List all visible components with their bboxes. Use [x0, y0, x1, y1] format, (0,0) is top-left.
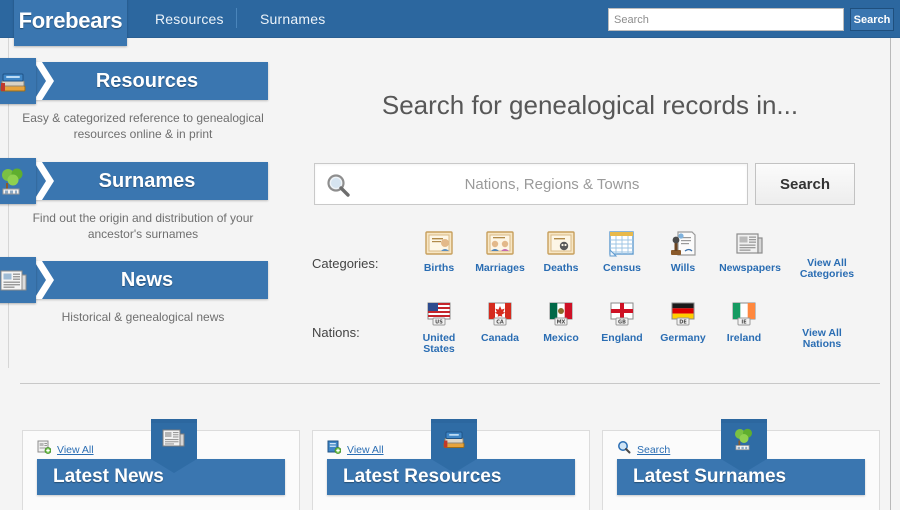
location-search-button[interactable]: Search [755, 163, 855, 205]
svg-text:GB: GB [618, 320, 626, 326]
svg-text:CA: CA [496, 320, 504, 326]
sidebar-title-resources: Resources [95, 70, 199, 92]
category-label: Births [423, 262, 455, 274]
flag-ca-icon: CA [469, 300, 531, 330]
nation-label: Germany [660, 332, 706, 344]
nation-label: Ireland [726, 332, 762, 344]
chevron-right-icon [34, 162, 56, 200]
marriage-certificate-icon [469, 230, 531, 260]
sidebar-title-surnames: Surnames [98, 170, 196, 192]
category-label: Newspapers [719, 262, 781, 274]
category-census[interactable]: Census [591, 230, 653, 274]
panel-resources-viewall-text[interactable]: View All [347, 444, 384, 456]
nations-label: Nations: [312, 325, 360, 340]
category-label: Census [603, 262, 641, 274]
sidebar-description-resources: Easy & categorized reference to genealog… [22, 111, 264, 141]
sidebar-description-surnames: Find out the origin and distribution of … [32, 211, 254, 241]
family-tree-icon [732, 427, 756, 456]
nation-label: Canada [481, 332, 519, 344]
nation-label: Mexico [543, 332, 579, 344]
category-label: Wills [670, 262, 696, 274]
category-deaths[interactable]: Deaths [530, 230, 592, 274]
newspaper-icon [0, 257, 36, 303]
svg-text:US: US [435, 320, 443, 326]
flag-ie-icon: IE [713, 300, 775, 330]
will-seal-icon [652, 230, 714, 260]
nav-separator [236, 8, 237, 28]
category-label: Deaths [543, 262, 579, 274]
sidebar-description-news: Historical & genealogical news [61, 310, 225, 324]
panel-latest-resources: View All Latest Resources [312, 419, 590, 510]
panel-resources-badge [431, 419, 477, 473]
newspaper-icon [162, 427, 186, 456]
birth-certificate-icon [408, 230, 470, 260]
svg-text:MX: MX [557, 320, 566, 326]
location-search-box[interactable] [314, 163, 748, 205]
books-icon [0, 58, 36, 104]
death-certificate-icon [530, 230, 592, 260]
flag-us-icon: US [408, 300, 470, 330]
flag-de-icon: DE [652, 300, 714, 330]
flag-mx-icon: MX [530, 300, 592, 330]
panel-surnames-badge [721, 419, 767, 473]
nation-england[interactable]: GB England [591, 300, 653, 344]
category-births[interactable]: Births [408, 230, 470, 274]
nav-link-surnames[interactable]: Surnames [260, 11, 325, 27]
panel-latest-surnames: Search Latest Surnames [602, 419, 880, 510]
category-wills[interactable]: Wills [652, 230, 714, 274]
nation-label: England [601, 332, 643, 344]
page-title: Search for genealogical records in... [381, 90, 799, 120]
category-label: Marriages [475, 262, 525, 274]
nav-link-resources[interactable]: Resources [155, 11, 224, 27]
site-logo-text: Forebears [18, 8, 123, 33]
nation-ireland[interactable]: IE Ireland [713, 300, 775, 344]
family-tree-icon [0, 158, 36, 204]
panel-resources-viewall[interactable]: View All [327, 440, 384, 459]
books-icon [442, 427, 466, 456]
magnifier-icon [617, 440, 631, 459]
nation-united-states[interactable]: US United States [408, 300, 470, 355]
view-all-nations-link[interactable]: View All Nations [786, 328, 858, 350]
page-right-border [890, 38, 891, 510]
panel-latest-news: View All Latest News [22, 419, 300, 510]
categories-row: Births Marriages Deaths Census Wills New… [408, 230, 878, 280]
page-root: Forebears Resources Surnames Search Reso… [0, 0, 900, 510]
svg-text:DE: DE [679, 320, 687, 326]
location-search-input[interactable] [359, 164, 745, 204]
chevron-right-icon [34, 261, 56, 299]
view-all-categories-link[interactable]: View All Categories [791, 258, 863, 280]
top-navigation-bar: Forebears Resources Surnames Search [0, 0, 900, 46]
flag-gb-icon: GB [591, 300, 653, 330]
panel-news-badge [151, 419, 197, 473]
nation-germany[interactable]: DE Germany [652, 300, 714, 344]
census-table-icon [591, 230, 653, 260]
nation-label: United States [422, 332, 456, 355]
chevron-right-icon [34, 62, 56, 100]
categories-label: Categories: [312, 256, 379, 271]
panel-news-viewall-text[interactable]: View All [57, 444, 94, 456]
nation-canada[interactable]: CA Canada [469, 300, 531, 344]
section-divider [20, 383, 880, 384]
nations-row: US United States CA Canada MX Mexico GB … [408, 300, 878, 358]
panel-surnames-search-text[interactable]: Search [637, 444, 670, 456]
panel-surnames-search[interactable]: Search [617, 440, 670, 459]
sidebar-title-news: News [120, 269, 174, 291]
category-marriages[interactable]: Marriages [469, 230, 531, 274]
search-icon [325, 172, 351, 203]
book-add-icon [327, 440, 342, 459]
category-newspapers[interactable]: Newspapers [713, 230, 787, 274]
newspapers-icon [713, 230, 787, 260]
panel-news-viewall[interactable]: View All [37, 440, 94, 459]
news-add-icon [37, 440, 52, 459]
header-search-input[interactable] [608, 8, 844, 31]
header-search-button[interactable]: Search [850, 8, 894, 31]
svg-text:IE: IE [741, 320, 747, 326]
panel-news-title: Latest News [53, 466, 164, 487]
nation-mexico[interactable]: MX Mexico [530, 300, 592, 344]
